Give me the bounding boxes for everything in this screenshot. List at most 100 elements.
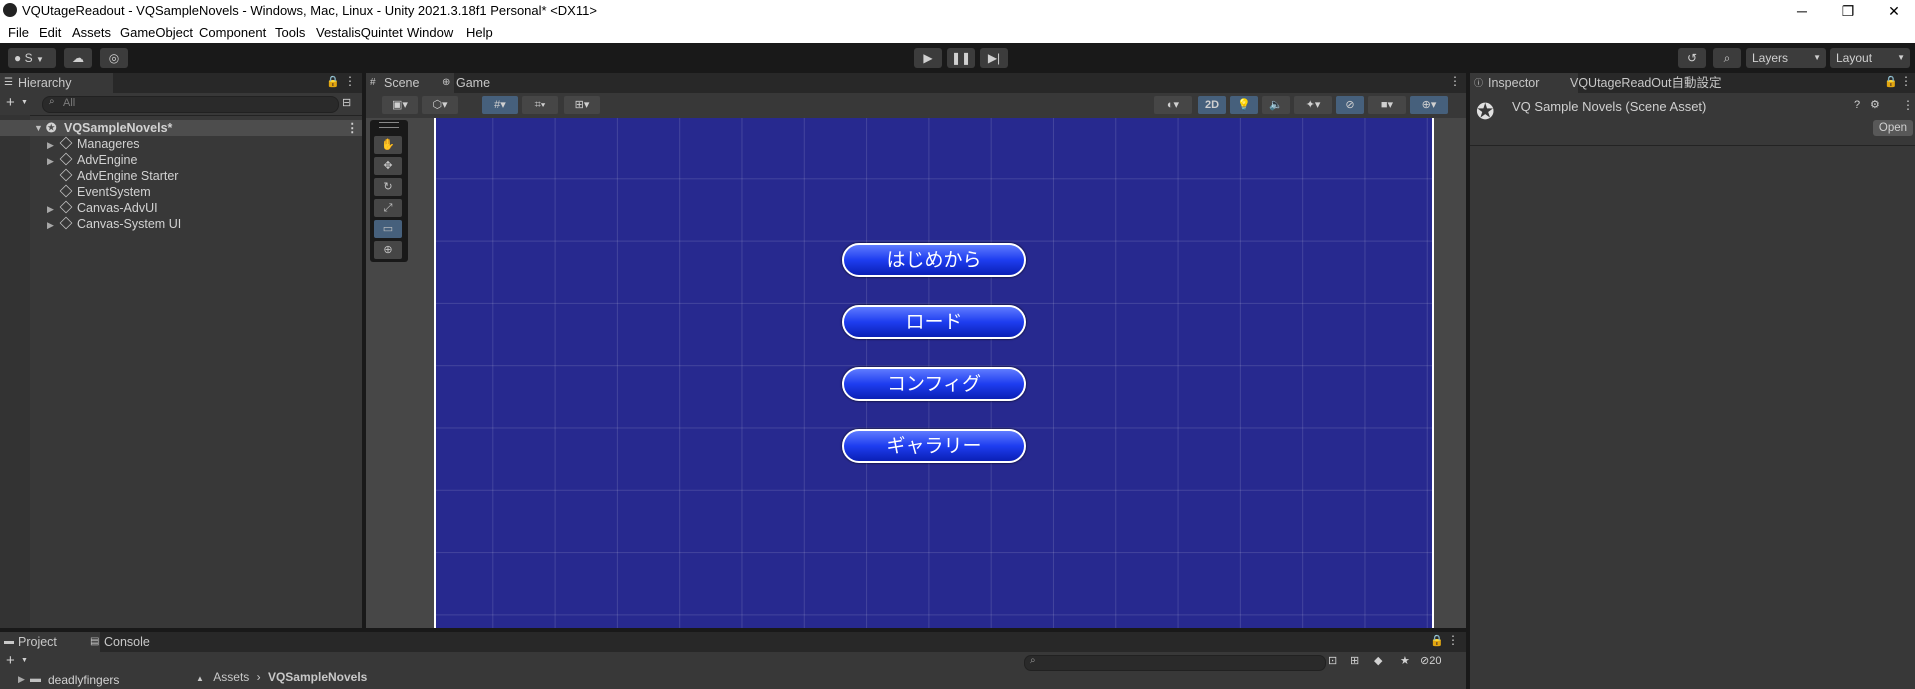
layout-dropdown[interactable]: Layout ▼ [1830,48,1910,68]
tab-vqutage-settings[interactable]: VQUtageReadOut自動設定 [1562,73,1740,93]
scene-row[interactable]: ▼ ✪ VQSampleNovels* ⋮ [0,120,362,136]
toggle-2d-button[interactable]: 2D [1198,96,1226,114]
align-dropdown[interactable]: ⊞▾ [564,96,600,114]
breadcrumb-current[interactable]: VQSampleNovels [268,672,367,684]
hierarchy-item[interactable]: EventSystem [48,184,151,200]
rotate-tool[interactable]: ↻ [374,178,402,196]
breadcrumb-assets[interactable]: Assets [213,672,249,684]
caret-up-icon[interactable]: ▲ [196,674,204,683]
lock-icon[interactable]: 🔒 [1884,75,1898,88]
draw-mode-dropdown[interactable]: ▣▾ [382,96,418,114]
history-button[interactable]: ↺ [1678,48,1706,68]
config-button[interactable]: コンフィグ [842,367,1026,401]
drag-handle-icon[interactable] [379,122,399,128]
grid-snap-dropdown[interactable]: #▾ [482,96,518,114]
snap-increment-dropdown[interactable]: ⌗▾ [522,96,558,114]
lock-icon[interactable]: 🔒 [1430,634,1444,647]
expand-arrow-icon[interactable]: ▼ [34,120,43,136]
filter-log-icon[interactable]: ⊞ [1350,654,1359,667]
hand-tool[interactable]: ✋ [374,136,402,154]
gamepad-icon: ⊕ [442,77,451,88]
more-options-icon[interactable]: ⋮ [1902,98,1914,112]
more-options-icon[interactable]: ⋮ [346,120,359,136]
maximize-button[interactable]: ❐ [1825,0,1871,22]
expand-arrow-icon[interactable]: ▶ [18,674,25,685]
expand-arrow-icon[interactable]: ▶ [47,153,54,169]
expand-arrow-icon[interactable]: ▶ [47,201,54,217]
collab-button[interactable]: ◎ [100,48,128,68]
shading-dropdown[interactable]: ◐▾ [1154,96,1192,114]
pause-button[interactable]: ❚❚ [947,48,975,68]
gallery-button[interactable]: ギャラリー [842,429,1026,463]
minimize-button[interactable]: ─ [1779,0,1825,22]
menu-help[interactable]: Help [466,25,493,40]
scene-view[interactable]: はじめから ロード コンフィグ ギャラリー ✋ ✥ ↻ ⤢ ▭ ⊕ [366,118,1466,628]
cube-icon: ⬡▾ [432,99,448,111]
expand-arrow-icon[interactable]: ▶ [47,217,54,233]
asset-name: VQ Sample Novels (Scene Asset) [1512,99,1707,114]
more-options-icon[interactable]: ⋮ [1447,633,1459,647]
open-button[interactable]: Open [1873,120,1913,136]
menu-component[interactable]: Component [199,25,266,40]
tab-game-label: Game [456,76,491,90]
more-options-icon[interactable]: ⋮ [1449,74,1461,88]
layers-dropdown[interactable]: Layers ▼ [1746,48,1826,68]
hierarchy-item[interactable]: ▶ Manageres [47,136,140,153]
tab-game[interactable]: ⊕ Game [438,73,516,93]
hierarchy-item[interactable]: ▶ AdvEngine [47,152,137,169]
lighting-toggle[interactable]: 💡 [1230,96,1258,114]
hidden-packages-button[interactable]: ⊘20 [1420,654,1441,667]
hierarchy-search-input[interactable]: ⌕ All [42,96,339,113]
audio-toggle[interactable]: 🔈 [1262,96,1290,114]
hidden-objects-toggle[interactable]: ⊘ [1336,96,1364,114]
tag-icon[interactable]: ◆ [1374,654,1382,667]
close-button[interactable]: ✕ [1871,0,1915,22]
settings-icon[interactable]: ⚙ [1870,98,1880,111]
step-button[interactable]: ▶| [980,48,1008,68]
chevron-down-icon[interactable]: ▼ [21,99,28,106]
account-dropdown[interactable]: ● S ▼ [8,48,56,68]
lock-icon[interactable]: 🔒 [326,75,340,88]
more-options-icon[interactable]: ⋮ [344,74,356,88]
search-button[interactable]: ⌕ [1713,48,1741,68]
history-icon: ↺ [1686,51,1698,65]
effects-dropdown[interactable]: ✦▾ [1294,96,1332,114]
help-icon[interactable]: ? [1854,99,1860,111]
expand-arrow-icon[interactable]: ▶ [47,137,54,153]
scale-tool[interactable]: ⤢ [374,199,402,217]
menu-window[interactable]: Window [407,25,453,40]
menu-file[interactable]: File [8,25,29,40]
pivot-dropdown[interactable]: ⬡▾ [422,96,458,114]
move-tool[interactable]: ✥ [374,157,402,175]
chevron-down-icon[interactable]: ▼ [21,657,28,664]
tab-scene-label: Scene [384,76,420,90]
star-icon[interactable]: ★ [1400,654,1410,667]
more-options-icon[interactable]: ⋮ [1900,74,1912,88]
tab-console[interactable]: ▤ Console [86,632,186,652]
add-icon[interactable]: + [6,652,15,669]
scene-visibility-icon[interactable]: ⊟ [342,96,351,109]
cloud-button[interactable]: ☁ [64,48,92,68]
filter-type-icon[interactable]: ⊡ [1328,654,1337,667]
menu-tools[interactable]: Tools [275,25,305,40]
step-icon: ▶| [987,51,1001,65]
load-button[interactable]: ロード [842,305,1026,339]
hierarchy-item[interactable]: AdvEngine Starter [48,168,178,184]
menu-edit[interactable]: Edit [39,25,61,40]
start-button[interactable]: はじめから [842,243,1026,277]
hierarchy-item[interactable]: ▶ Canvas-System UI [47,216,181,233]
camera-dropdown[interactable]: ■▾ [1368,96,1406,114]
menu-assets[interactable]: Assets [72,25,111,40]
transform-tool[interactable]: ⊕ [374,241,402,259]
project-search-input[interactable]: ⌕ [1024,655,1326,671]
play-button[interactable]: ▶ [914,48,942,68]
menu-gameobject[interactable]: GameObject [120,25,193,40]
add-icon[interactable]: + [6,94,15,111]
rect-tool[interactable]: ▭ [374,220,402,238]
tab-hierarchy[interactable]: ☰ Hierarchy [0,73,113,93]
folder-row[interactable]: ▶ ▬ deadlyfingers [0,672,190,689]
hierarchy-item[interactable]: ▶ Canvas-AdvUI [47,200,158,217]
menu-vestalisquintet[interactable]: VestalisQuintet [316,25,403,40]
tab-project[interactable]: ▬ Project [0,632,100,652]
gizmos-dropdown[interactable]: ⊕▾ [1410,96,1448,114]
